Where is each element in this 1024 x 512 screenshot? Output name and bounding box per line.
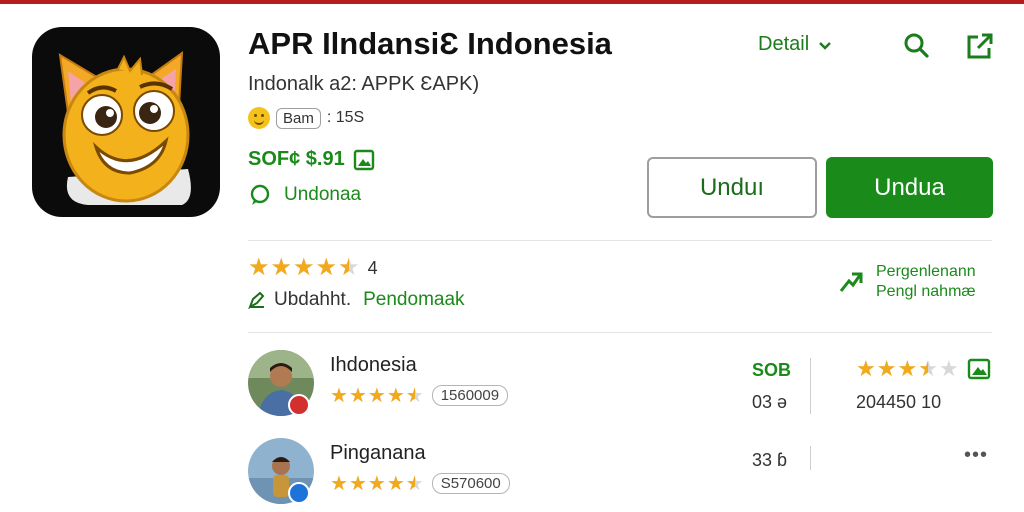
more-options-icon[interactable]: ••• [964, 444, 988, 467]
star-icon: ★★ [367, 384, 386, 407]
star-icon: ★★ [270, 254, 293, 281]
star-icon: ★★ [330, 384, 348, 407]
detail-label: Detail [758, 33, 810, 55]
star-icon: ★★ [386, 472, 405, 495]
star-icon: ★★ [386, 384, 405, 407]
divider [248, 332, 992, 333]
image-icon [353, 149, 374, 170]
developer-row[interactable]: Undonaa [248, 183, 361, 207]
content-rating-badge: Bam [276, 107, 321, 129]
performance-link[interactable]: Pergenlenann Pengl nahmæ [838, 262, 976, 302]
review-right-stars: ★★★★★★★★★★ [856, 358, 959, 380]
app-title: APR IlndansiƐ Indonesia [248, 26, 612, 61]
star-icon: ★★ [348, 384, 367, 407]
star-icon: ★★ [938, 356, 959, 381]
review-count-pill: S570600 [431, 473, 510, 494]
divider [248, 240, 992, 241]
review-right-rating: ★★★★★★★★★★ [856, 358, 991, 380]
rating-value: 4 [367, 257, 378, 278]
detail-dropdown[interactable]: Detail [758, 33, 833, 56]
rating-stars: ★★★★★★★★★★ [248, 256, 360, 280]
image-icon [967, 358, 990, 380]
performance-line-1: Pergenlenann [876, 263, 976, 280]
price-label: SOF¢ $.91 [248, 148, 345, 170]
price-row: SOF¢ $.91 [248, 148, 375, 171]
star-icon: ★★ [405, 472, 424, 495]
review-item[interactable]: Ihdonesia ★★★★★★★★★★ 1560009 SOB 03 ə ★★… [248, 350, 1008, 420]
trend-arrow-icon [839, 272, 863, 292]
chevron-down-icon [819, 41, 831, 50]
review-stars-row: ★★★★★★★★★★ S570600 [330, 473, 510, 494]
rating-row: ★★★★★★★★★★ 4 [248, 256, 378, 280]
pencil-icon [248, 291, 265, 309]
column-divider [810, 358, 811, 414]
download-button[interactable]: Undua [826, 157, 993, 218]
update-row[interactable]: Ubdahht. Pendomaak [248, 289, 465, 311]
app-icon [32, 27, 220, 217]
star-icon: ★★ [248, 254, 270, 281]
star-icon: ★★ [315, 254, 338, 281]
avatar [248, 438, 314, 504]
reviewer-name: Ihdonesia [330, 354, 417, 376]
review-right-number: 204450 10 [856, 392, 942, 412]
app-subtitle: Indonalk a2: APPK ƐAPK) [248, 73, 480, 95]
reviewer-name: Pinganana [330, 442, 426, 464]
review-value-bottom: 03 ə [752, 392, 788, 412]
column-divider [810, 446, 811, 470]
secondary-download-button[interactable]: Unduı [647, 157, 817, 218]
developer-name[interactable]: Undonaa [284, 184, 361, 206]
performance-line-2: Pengl nahmæ [876, 283, 976, 300]
content-rating-row: Bam : 15S [248, 106, 364, 130]
star-icon: ★★ [338, 254, 360, 281]
star-icon: ★★ [405, 384, 424, 407]
top-accent-bar [0, 0, 1024, 4]
star-icon: ★★ [293, 254, 315, 281]
update-label: Ubdahht. [274, 289, 352, 310]
pending-label[interactable]: Pendomaak [363, 289, 464, 311]
share-icon[interactable] [964, 31, 994, 61]
star-icon: ★★ [856, 356, 876, 381]
star-icon: ★★ [348, 472, 367, 495]
review-value-top: SOB [752, 360, 792, 380]
star-icon: ★★ [897, 356, 918, 381]
smiley-icon [248, 107, 270, 129]
avatar [248, 350, 314, 416]
chat-icon [250, 184, 270, 205]
content-rating-count: : 15S [326, 109, 365, 126]
review-stars-row: ★★★★★★★★★★ 1560009 [330, 385, 509, 406]
review-count-pill: 1560009 [431, 385, 509, 406]
review-value-top: 33 ɓ [752, 450, 788, 470]
star-icon: ★★ [330, 472, 348, 495]
star-icon: ★★ [367, 472, 386, 495]
star-icon: ★★ [876, 356, 897, 381]
search-icon[interactable] [902, 31, 930, 59]
badge-icon [288, 394, 310, 416]
review-stars: ★★★★★★★★★★ [330, 386, 424, 406]
review-item[interactable]: Pinganana ★★★★★★★★★★ S570600 33 ɓ ••• [248, 438, 1008, 508]
star-icon: ★★ [918, 356, 938, 381]
review-stars: ★★★★★★★★★★ [330, 474, 424, 494]
verified-icon [288, 482, 310, 504]
